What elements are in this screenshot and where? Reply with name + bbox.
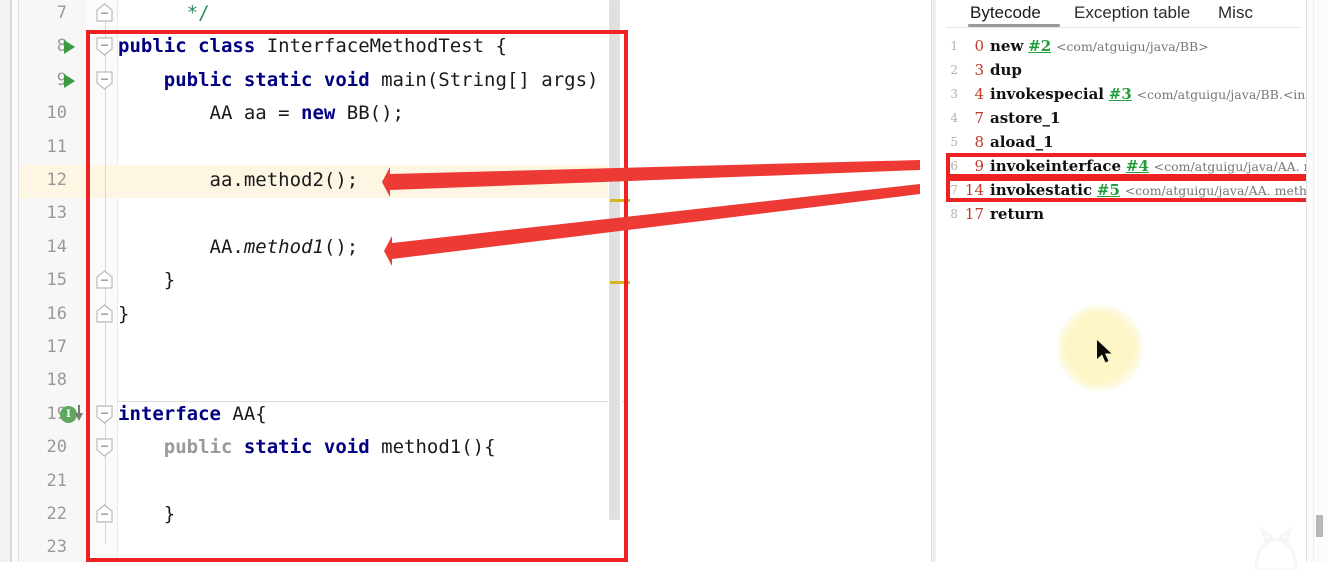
impl-down-arrow-icon bbox=[75, 412, 83, 421]
bytecode-row-2[interactable]: 2 3 dup bbox=[936, 58, 1306, 82]
bytecode-tab-bar[interactable]: Bytecode Exception table Misc bbox=[936, 0, 1306, 28]
line-number-21: 21 bbox=[46, 470, 67, 491]
line-number-16: 16 bbox=[46, 303, 67, 324]
bytecode-offset: 0 bbox=[974, 37, 984, 55]
bytecode-offset: 7 bbox=[974, 109, 984, 127]
line-number-18: 18 bbox=[46, 370, 67, 391]
bytecode-row-number: 4 bbox=[950, 111, 958, 125]
line-number-20: 20 bbox=[46, 437, 67, 458]
bytecode-offset: 17 bbox=[964, 205, 984, 223]
bytecode-instruction: new #2 <com/atguigu/java/BB> bbox=[990, 37, 1209, 55]
bytecode-tool-window[interactable]: Bytecode Exception table Misc 1 0 new #2 <… bbox=[936, 0, 1306, 562]
ide-screenshot: 7 8 9 10 11 12 13 14 15 16 17 18 19 20 21 22 23 I */publ… bbox=[0, 0, 1328, 570]
bytecode-row-7-highlight-box bbox=[946, 177, 1328, 202]
mouse-pointer-icon bbox=[1097, 340, 1112, 363]
bytecode-row-number: 5 bbox=[950, 135, 958, 149]
watermark-logo bbox=[1254, 525, 1298, 570]
line-number-22: 22 bbox=[46, 504, 67, 524]
right-edge-strip bbox=[1306, 0, 1328, 562]
right-mini-scrollbar[interactable] bbox=[1316, 515, 1323, 537]
line-number-15: 15 bbox=[46, 270, 67, 291]
code-line-7[interactable]: */ bbox=[118, 0, 210, 30]
bytecode-offset: 4 bbox=[974, 85, 984, 103]
line-number-9: 9 bbox=[56, 69, 67, 90]
bytecode-offset: 8 bbox=[974, 133, 984, 151]
line-number-10: 10 bbox=[46, 103, 67, 124]
bytecode-row-1[interactable]: 1 0 new #2 <com/atguigu/java/BB> bbox=[936, 34, 1306, 58]
line-number-8: 8 bbox=[56, 36, 67, 57]
line-number-13: 13 bbox=[46, 203, 67, 224]
bytecode-row-4[interactable]: 4 7 astore_1 bbox=[936, 106, 1306, 130]
bytecode-instruction: invokespecial #3 <com/atguigu/java/BB.<i… bbox=[990, 85, 1306, 103]
bytecode-instruction: return bbox=[990, 205, 1045, 223]
bytecode-instruction: astore_1 bbox=[990, 109, 1061, 127]
line-number-12: 12 bbox=[46, 170, 67, 190]
line-number-7: 7 bbox=[56, 3, 67, 23]
bytecode-row-8[interactable]: 8 17 return bbox=[936, 202, 1306, 226]
right-edge-line-1 bbox=[1306, 0, 1307, 562]
run-arrow-icon-line-8[interactable] bbox=[64, 40, 75, 55]
bytecode-instruction: aload_1 bbox=[990, 133, 1054, 151]
bytecode-row-5[interactable]: 5 8 aload_1 bbox=[936, 130, 1306, 154]
line-number-11: 11 bbox=[46, 136, 67, 157]
bytecode-row-number: 1 bbox=[950, 39, 958, 53]
line-number-14: 14 bbox=[46, 236, 67, 257]
code-region-highlight-box bbox=[86, 30, 628, 562]
fold-end-icon-line-7[interactable] bbox=[96, 3, 113, 23]
tab-exception-table[interactable]: Exception table bbox=[1074, 0, 1190, 26]
bytecode-row-3[interactable]: 3 4 invokespecial #3 <com/atguigu/java/BB.… bbox=[936, 82, 1306, 106]
tab-bar-baseline bbox=[946, 27, 1301, 28]
bytecode-row-6-highlight-box bbox=[946, 153, 1328, 178]
line-number-23: 23 bbox=[46, 537, 67, 558]
run-arrow-icon-line-9[interactable] bbox=[64, 73, 75, 88]
tab-bytecode[interactable]: Bytecode bbox=[970, 0, 1041, 26]
bytecode-offset: 3 bbox=[974, 61, 984, 79]
bytecode-row-number: 2 bbox=[950, 63, 958, 77]
editor-left-edge-strip bbox=[0, 0, 10, 562]
bytecode-instruction: dup bbox=[990, 61, 1022, 79]
line-number-17: 17 bbox=[46, 337, 67, 357]
bytecode-row-number: 3 bbox=[950, 87, 958, 101]
right-edge-line-2 bbox=[1313, 0, 1314, 562]
tab-misc[interactable]: Misc bbox=[1218, 0, 1253, 26]
bytecode-row-number: 8 bbox=[950, 207, 958, 221]
